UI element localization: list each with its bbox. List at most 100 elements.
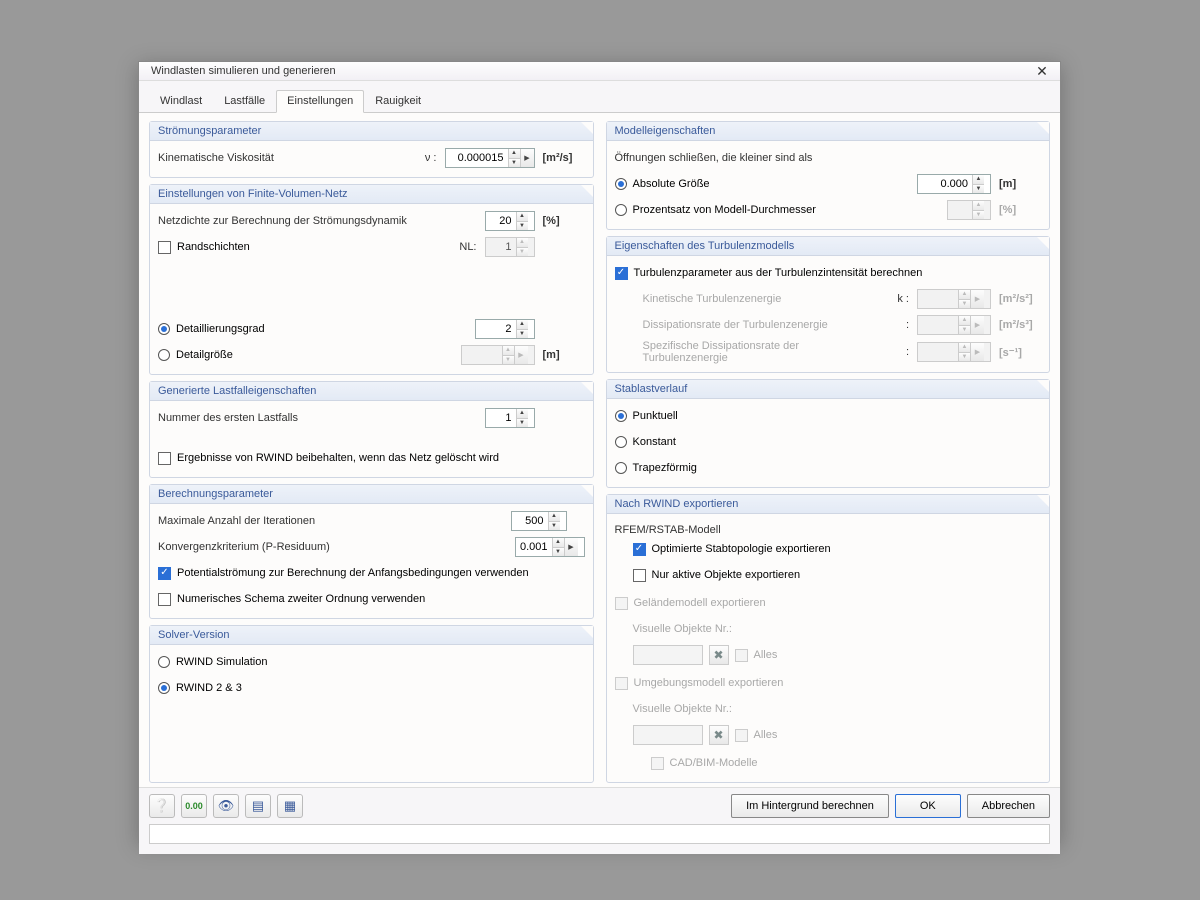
compute-bg-button[interactable]: Im Hintergrund berechnen bbox=[731, 794, 889, 818]
boundary-layers-check[interactable]: Randschichten bbox=[158, 241, 250, 254]
detail-size-input bbox=[462, 346, 502, 364]
tab-windlast[interactable]: Windlast bbox=[149, 90, 213, 113]
trapez-label: Trapezförmig bbox=[633, 462, 697, 474]
group-export-rwind: Nach RWIND exportieren RFEM/RSTAB-Modell… bbox=[606, 494, 1051, 783]
group-fv-mesh: Einstellungen von Finite-Volumen-Netz Ne… bbox=[149, 184, 594, 375]
dialog-footer: ❔ 0.00 👁 ▤ ▦ Im Hintergrund berechnen OK… bbox=[139, 787, 1060, 854]
first-lc-input[interactable] bbox=[486, 409, 516, 427]
close-openings-label: Öffnungen schließen, die kleiner sind al… bbox=[615, 152, 813, 164]
kin-energy-label: Kinetische Turbulenzenergie bbox=[615, 293, 888, 305]
title-bar: Windlasten simulieren und generieren ✕ bbox=[139, 62, 1060, 81]
viscosity-symbol: ν : bbox=[419, 152, 441, 164]
max-iter-input[interactable] bbox=[512, 512, 548, 530]
max-iter-spinner[interactable]: ▲▼ bbox=[511, 511, 567, 531]
first-lc-label: Nummer des ersten Lastfalls bbox=[158, 412, 481, 424]
abs-size-spinner[interactable]: ▲▼ bbox=[917, 174, 991, 194]
status-bar bbox=[149, 824, 1050, 844]
percent-label: Prozentsatz von Modell-Durchmesser bbox=[633, 204, 816, 216]
mesh-density-input[interactable] bbox=[486, 212, 516, 230]
percent-spinner: ▲▼ bbox=[947, 200, 991, 220]
vis-obj-input-2 bbox=[633, 725, 703, 745]
detail-size-radio[interactable]: Detailgröße bbox=[158, 349, 233, 361]
only-active-check[interactable]: Nur aktive Objekte exportieren bbox=[633, 569, 801, 582]
mesh-density-spinner[interactable]: ▲▼ bbox=[485, 211, 535, 231]
viscosity-unit: [m²/s] bbox=[539, 152, 585, 164]
conv-input[interactable] bbox=[516, 538, 552, 556]
group-header: Stablastverlauf bbox=[607, 380, 1050, 399]
punktuell-radio[interactable]: Punktuell bbox=[615, 410, 678, 422]
group-member-load: Stablastverlauf Punktuell Konstant bbox=[606, 379, 1051, 488]
group-solver-version: Solver-Version RWIND Simulation RWIND 2 … bbox=[149, 625, 594, 783]
mesh-density-label: Netzdichte zur Berechnung der Strömungsd… bbox=[158, 215, 481, 227]
kin-spinner: ▲▼ ▶ bbox=[917, 289, 991, 309]
detail-size-spinner: ▲▼ ▶ bbox=[461, 345, 535, 365]
detail-level-radio[interactable]: Detaillierungsgrad bbox=[158, 323, 265, 335]
cad-bim-label: CAD/BIM-Modelle bbox=[670, 757, 758, 769]
second-order-check[interactable]: Numerisches Schema zweiter Ordnung verwe… bbox=[158, 593, 425, 606]
cad-bim-check: CAD/BIM-Modelle bbox=[651, 757, 758, 770]
cancel-button[interactable]: Abbrechen bbox=[967, 794, 1050, 818]
view-icon-button[interactable]: 👁 bbox=[213, 794, 239, 818]
dialog-title: Windlasten simulieren und generieren bbox=[151, 65, 1030, 77]
detail-level-label: Detaillierungsgrad bbox=[176, 323, 265, 335]
group-header: Strömungsparameter bbox=[150, 122, 593, 141]
group-header: Solver-Version bbox=[150, 626, 593, 645]
diss-spinner: ▲▼ ▶ bbox=[917, 315, 991, 335]
close-button[interactable]: ✕ bbox=[1030, 62, 1054, 80]
percent-input bbox=[948, 201, 972, 219]
nl-input bbox=[486, 238, 516, 256]
solver-23-radio[interactable]: RWIND 2 & 3 bbox=[158, 682, 242, 694]
potential-flow-check[interactable]: Potentialströmung zur Berechnung der Anf… bbox=[158, 567, 529, 580]
help-icon-button[interactable]: ❔ bbox=[149, 794, 175, 818]
detail-level-spinner[interactable]: ▲▼ bbox=[475, 319, 535, 339]
kin-unit: [m²/s²] bbox=[995, 293, 1041, 305]
abs-size-radio[interactable]: Absolute Größe bbox=[615, 178, 710, 190]
ok-button[interactable]: OK bbox=[895, 794, 961, 818]
konstant-radio[interactable]: Konstant bbox=[615, 436, 676, 448]
tab-einstellungen[interactable]: Einstellungen bbox=[276, 90, 364, 113]
solver-sim-label: RWIND Simulation bbox=[176, 656, 268, 668]
nl-spinner: ▲▼ bbox=[485, 237, 535, 257]
solver-sim-radio[interactable]: RWIND Simulation bbox=[158, 656, 268, 668]
detail-size-label: Detailgröße bbox=[176, 349, 233, 361]
group-header: Eigenschaften des Turbulenzmodells bbox=[607, 237, 1050, 256]
trapez-radio[interactable]: Trapezförmig bbox=[615, 462, 697, 474]
boundary-layers-label: Randschichten bbox=[177, 241, 250, 253]
units-icon-button[interactable]: 0.00 bbox=[181, 794, 207, 818]
right-column: Modelleigenschaften Öffnungen schließen,… bbox=[606, 121, 1051, 783]
abs-size-input[interactable] bbox=[918, 175, 972, 193]
spec-diss-label: Spezifische Dissipationsrate der Turbule… bbox=[615, 340, 888, 364]
surround-check: Umgebungsmodell exportieren bbox=[615, 677, 784, 690]
max-iter-label: Maximale Anzahl der Iterationen bbox=[158, 515, 507, 527]
group-loadcase: Generierte Lastfalleigenschaften Nummer … bbox=[149, 381, 594, 478]
alles-check-1: Alles bbox=[735, 649, 778, 662]
turb-from-intensity-check[interactable]: Turbulenzparameter aus der Turbulenzinte… bbox=[615, 267, 923, 280]
viscosity-spinner[interactable]: ▲▼ ▶ bbox=[445, 148, 535, 168]
tool2-icon-button[interactable]: ▦ bbox=[277, 794, 303, 818]
tab-rauigkeit[interactable]: Rauigkeit bbox=[364, 90, 432, 113]
opt-topo-check[interactable]: Optimierte Stabtopologie exportieren bbox=[633, 543, 831, 556]
group-header: Einstellungen von Finite-Volumen-Netz bbox=[150, 185, 593, 204]
keep-results-check[interactable]: Ergebnisse von RWIND beibehalten, wenn d… bbox=[158, 452, 499, 465]
percent-unit: [%] bbox=[995, 204, 1041, 216]
viscosity-input[interactable] bbox=[446, 149, 508, 167]
turb-from-intensity-label: Turbulenzparameter aus der Turbulenzinte… bbox=[634, 267, 923, 279]
kin-symbol: k : bbox=[891, 293, 913, 305]
mesh-density-unit: [%] bbox=[539, 215, 585, 227]
group-header: Nach RWIND exportieren bbox=[607, 495, 1050, 514]
left-column: Strömungsparameter Kinematische Viskosit… bbox=[149, 121, 594, 783]
tab-lastfaelle[interactable]: Lastfälle bbox=[213, 90, 276, 113]
diss-unit: [m²/s³] bbox=[995, 319, 1041, 331]
tab-bar: Windlast Lastfälle Einstellungen Rauigke… bbox=[139, 81, 1060, 113]
dialog-window: Windlasten simulieren und generieren ✕ W… bbox=[138, 61, 1061, 843]
percent-radio[interactable]: Prozentsatz von Modell-Durchmesser bbox=[615, 204, 816, 216]
only-active-label: Nur aktive Objekte exportieren bbox=[652, 569, 801, 581]
diss-label: Dissipationsrate der Turbulenzenergie bbox=[615, 319, 888, 331]
detail-level-input[interactable] bbox=[476, 320, 516, 338]
conv-spinner[interactable]: ▲▼ ▶ bbox=[515, 537, 585, 557]
detail-size-unit: [m] bbox=[539, 349, 585, 361]
spec-spinner: ▲▼ ▶ bbox=[917, 342, 991, 362]
tool1-icon-button[interactable]: ▤ bbox=[245, 794, 271, 818]
first-lc-spinner[interactable]: ▲▼ bbox=[485, 408, 535, 428]
alles-check-2: Alles bbox=[735, 729, 778, 742]
